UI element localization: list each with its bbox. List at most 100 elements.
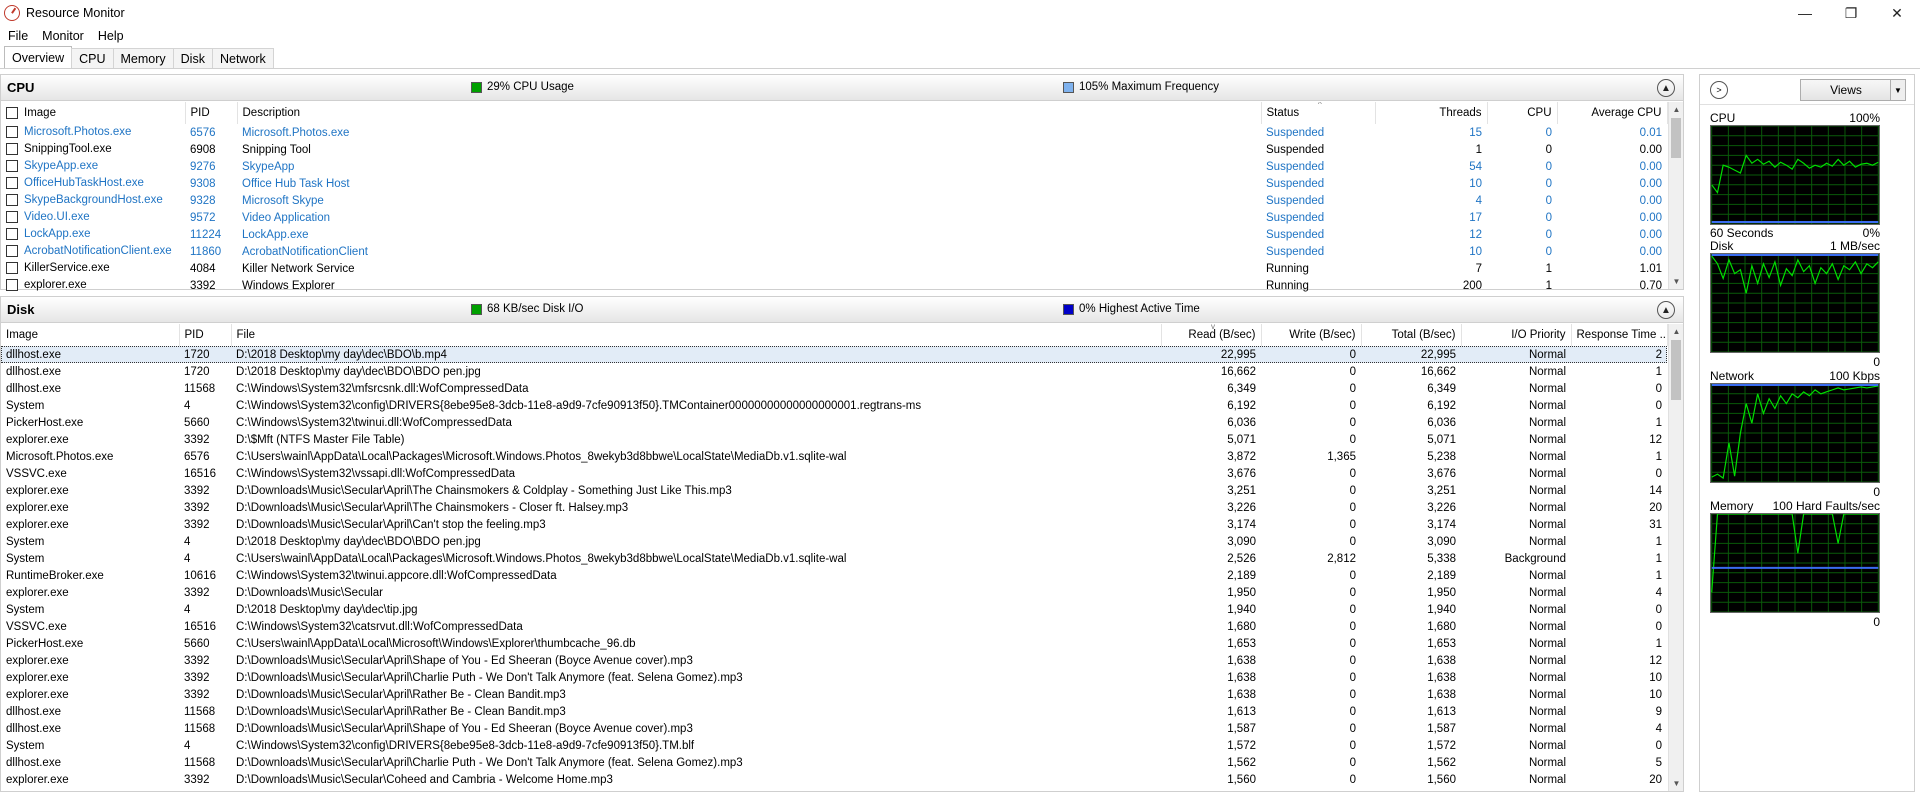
disk-table-scrollbar[interactable]: ▲ ▼ — [1668, 324, 1683, 791]
disk-response-time: 12 — [1649, 654, 1662, 667]
disk-write: 0 — [1349, 569, 1356, 582]
tab-cpu[interactable]: CPU — [71, 48, 114, 68]
disk-activity-row[interactable]: explorer.exe 3392 D:\Downloads\Music\Secul… — [1, 584, 1667, 601]
disk-activity-row[interactable]: System 4 D:\2018 Desktop\my day\dec\tip.jp… — [1, 601, 1667, 618]
disk-col-response-time[interactable]: Response Time ... — [1571, 324, 1668, 346]
disk-col-total[interactable]: Total (B/sec) — [1361, 324, 1462, 346]
process-pid: 3392 — [190, 279, 216, 292]
disk-activity-row[interactable]: VSSVC.exe 16516 C:\Windows\System32\vssapi… — [1, 465, 1667, 482]
disk-activity-row[interactable]: explorer.exe 3392 D:\Downloads\Music\Secul… — [1, 516, 1667, 533]
scroll-down-icon[interactable]: ▼ — [1669, 274, 1684, 289]
cpu-col-status[interactable]: ^ Status — [1261, 102, 1376, 124]
cpu-col-pid[interactable]: PID — [185, 102, 238, 124]
process-checkbox[interactable] — [6, 194, 18, 207]
cpu-process-row[interactable]: Microsoft.Photos.exe 6576 Microsoft.Photos… — [1, 124, 1667, 141]
cpu-process-row[interactable]: OfficeHubTaskHost.exe 9308 Office Hub Task… — [1, 175, 1667, 192]
disk-response-time: 4 — [1655, 586, 1662, 599]
process-checkbox[interactable] — [6, 143, 18, 156]
maximize-button[interactable]: ❐ — [1828, 0, 1874, 26]
scroll-up-icon[interactable]: ▲ — [1669, 102, 1684, 117]
cpu-process-row[interactable]: SkypeBackgroundHost.exe 9328 Microsoft Sky… — [1, 192, 1667, 209]
disk-activity-row[interactable]: dllhost.exe 1720 D:\2018 Desktop\my day\de… — [1, 346, 1667, 363]
disk-activity-row[interactable]: dllhost.exe 1720 D:\2018 Desktop\my day\de… — [1, 363, 1667, 380]
cpu-process-row[interactable]: KillerService.exe 4084 Killer Network Serv… — [1, 260, 1667, 277]
disk-activity-row[interactable]: explorer.exe 3392 D:\$Mft (NTFS Master Fil… — [1, 431, 1667, 448]
disk-total: 1,638 — [1427, 671, 1456, 684]
graph-title: CPU — [1710, 111, 1736, 125]
disk-io-priority: Normal — [1528, 569, 1566, 582]
cpu-col-threads[interactable]: Threads — [1375, 102, 1488, 124]
process-cpu: 0 — [1545, 245, 1552, 258]
tab-overview[interactable]: Overview — [4, 46, 73, 68]
cpu-col-cpu[interactable]: CPU — [1487, 102, 1558, 124]
process-checkbox[interactable] — [6, 160, 18, 173]
disk-response-time: 1 — [1655, 450, 1662, 463]
cpu-process-row[interactable]: AcrobatNotificationClient.exe 11860 Acroba… — [1, 243, 1667, 260]
disk-col-write[interactable]: Write (B/sec) — [1261, 324, 1362, 346]
disk-write: 0 — [1349, 467, 1356, 480]
disk-section-header[interactable]: Disk 68 KB/sec Disk I/O 0% Highest Activ… — [1, 297, 1683, 323]
disk-activity-row[interactable]: System 4 D:\2018 Desktop\my day\dec\BDO\BD… — [1, 533, 1667, 550]
disk-col-io-priority[interactable]: I/O Priority — [1461, 324, 1572, 346]
process-description: Killer Network Service — [242, 262, 355, 275]
disk-activity-row[interactable]: VSSVC.exe 16516 C:\Windows\System32\catsrv… — [1, 618, 1667, 635]
close-button[interactable]: ✕ — [1874, 0, 1920, 26]
disk-col-file[interactable]: File — [231, 324, 1162, 346]
disk-activity-row[interactable]: dllhost.exe 11568 C:\Windows\System32\mfsr… — [1, 380, 1667, 397]
disk-activity-row[interactable]: explorer.exe 3392 D:\Downloads\Music\Secul… — [1, 686, 1667, 703]
scroll-thumb[interactable] — [1671, 118, 1681, 158]
disk-table-header: Image PID File v Read (B/sec) Write (B/se… — [1, 324, 1668, 346]
disk-col-pid[interactable]: PID — [179, 324, 232, 346]
process-checkbox[interactable] — [6, 262, 18, 275]
disk-activity-row[interactable]: explorer.exe 3392 D:\Downloads\Music\Secul… — [1, 482, 1667, 499]
minimize-button[interactable]: — — [1782, 0, 1828, 26]
disk-activity-row[interactable]: PickerHost.exe 5660 C:\Users\wainl\AppData… — [1, 635, 1667, 652]
cpu-process-row[interactable]: explorer.exe 3392 Windows Explorer Running 2… — [1, 277, 1667, 294]
cpu-col-description[interactable]: Description — [237, 102, 1262, 124]
disk-activity-row[interactable]: Microsoft.Photos.exe 6576 C:\Users\wainl\A… — [1, 448, 1667, 465]
expand-panel-button[interactable]: > — [1710, 80, 1728, 99]
views-dropdown-icon[interactable]: ▼ — [1890, 79, 1906, 101]
process-checkbox[interactable] — [6, 228, 18, 241]
cpu-process-row[interactable]: SkypeApp.exe 9276 SkypeApp Suspended 54 0 0.00 — [1, 158, 1667, 175]
disk-col-read[interactable]: v Read (B/sec) — [1161, 324, 1262, 346]
disk-activity-row[interactable]: PickerHost.exe 5660 C:\Windows\System32\tw… — [1, 414, 1667, 431]
disk-activity-row[interactable]: explorer.exe 3392 D:\Downloads\Music\Secul… — [1, 771, 1667, 788]
cpu-process-row[interactable]: SnippingTool.exe 6908 Snipping Tool Suspend… — [1, 141, 1667, 158]
tab-memory[interactable]: Memory — [112, 48, 174, 68]
disk-activity-row[interactable]: dllhost.exe 11568 D:\Downloads\Music\Secul… — [1, 720, 1667, 737]
disk-activity-row[interactable]: dllhost.exe 11568 D:\Downloads\Music\Secul… — [1, 754, 1667, 771]
disk-activity-row[interactable]: dllhost.exe 11568 D:\Downloads\Music\Secul… — [1, 703, 1667, 720]
disk-activity-row[interactable]: System 4 C:\Windows\System32\config\DRIVER… — [1, 397, 1667, 414]
disk-activity-row[interactable]: RuntimeBroker.exe 10616 C:\Windows\System3… — [1, 567, 1667, 584]
disk-activity-row[interactable]: explorer.exe 3392 D:\Downloads\Music\Secul… — [1, 652, 1667, 669]
scroll-up-icon[interactable]: ▲ — [1669, 324, 1684, 339]
menu-monitor[interactable]: Monitor — [42, 29, 84, 43]
menu-file[interactable]: File — [8, 29, 28, 43]
process-checkbox[interactable] — [6, 245, 18, 258]
cpu-section-header[interactable]: CPU 29% CPU Usage 105% Maximum Frequency… — [1, 75, 1683, 101]
cpu-col-average-cpu[interactable]: Average CPU — [1557, 102, 1668, 124]
cpu-table-scrollbar[interactable]: ▲ ▼ — [1668, 102, 1683, 289]
process-checkbox[interactable] — [6, 126, 18, 139]
menu-help[interactable]: Help — [98, 29, 124, 43]
disk-activity-row[interactable]: System 4 C:\Users\wainl\AppData\Local\Pack… — [1, 550, 1667, 567]
cpu-process-row[interactable]: LockApp.exe 11224 LockApp.exe Suspended 12 0 0… — [1, 226, 1667, 243]
disk-collapse-button[interactable]: ▲ — [1657, 301, 1675, 319]
disk-activity-row[interactable]: System 4 C:\Windows\System32\config\DRIVER… — [1, 737, 1667, 754]
cpu-col-image[interactable]: Image — [1, 102, 186, 124]
process-checkbox[interactable] — [6, 211, 18, 224]
disk-activity-row[interactable]: explorer.exe 3392 D:\Downloads\Music\Secul… — [1, 499, 1667, 516]
process-checkbox[interactable] — [6, 177, 18, 190]
tab-disk[interactable]: Disk — [172, 48, 213, 68]
disk-activity-row[interactable]: explorer.exe 3392 D:\Downloads\Music\Secul… — [1, 669, 1667, 686]
tab-network[interactable]: Network — [211, 48, 274, 68]
cpu-collapse-button[interactable]: ▲ — [1657, 79, 1675, 97]
scroll-down-icon[interactable]: ▼ — [1669, 776, 1684, 791]
scroll-thumb[interactable] — [1671, 340, 1681, 400]
disk-col-image[interactable]: Image — [1, 324, 180, 346]
process-checkbox[interactable] — [6, 279, 18, 292]
cpu-process-row[interactable]: Video.UI.exe 9572 Video Application Suspend… — [1, 209, 1667, 226]
views-button[interactable]: Views — [1800, 79, 1892, 101]
select-all-checkbox[interactable] — [6, 106, 18, 119]
